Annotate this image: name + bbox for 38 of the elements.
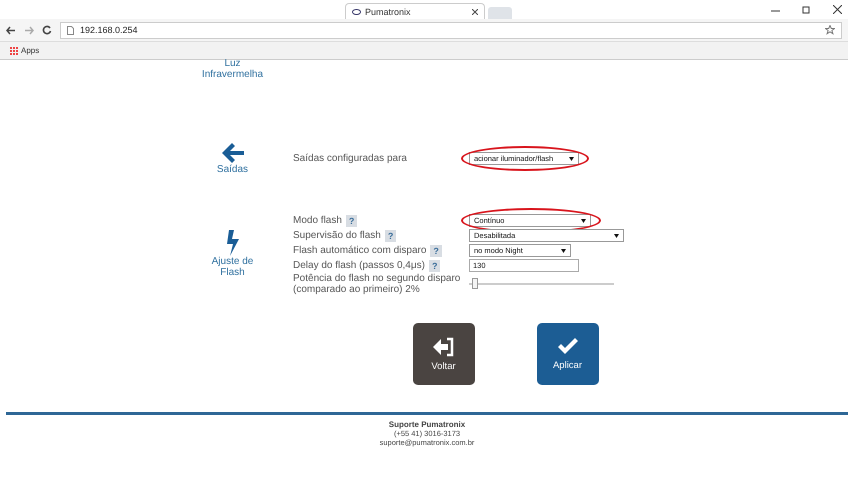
bookmark-link[interactable]: Apps bbox=[21, 46, 40, 55]
help-button[interactable]: ? bbox=[384, 230, 396, 242]
section-label: Flash bbox=[220, 267, 245, 278]
caret-icon bbox=[614, 234, 619, 238]
page-icon bbox=[67, 26, 74, 34]
caret-icon bbox=[561, 248, 566, 252]
section-label: Infravermelha bbox=[202, 69, 264, 80]
close-icon[interactable] bbox=[833, 5, 842, 14]
address-bar[interactable]: 192.168.0.254 bbox=[60, 22, 842, 38]
section-label: Luz bbox=[224, 58, 241, 69]
help-button[interactable]: ? bbox=[428, 260, 440, 272]
slider-thumb[interactable] bbox=[472, 278, 478, 289]
field-label: Flash automático com disparo bbox=[293, 245, 426, 256]
section-label: Saídas bbox=[216, 164, 248, 175]
close-icon[interactable] bbox=[472, 8, 478, 14]
field-label: Modo flash bbox=[293, 215, 342, 226]
field-label: Saídas configuradas para bbox=[293, 153, 407, 164]
footer-title: Suporte Pumatronix bbox=[388, 420, 466, 429]
arrow-icon bbox=[220, 142, 244, 164]
lightning-icon bbox=[226, 230, 240, 256]
back-button[interactable]: Voltar bbox=[412, 323, 474, 385]
restore-icon[interactable] bbox=[802, 5, 811, 14]
back-icon[interactable] bbox=[6, 26, 16, 34]
help-button[interactable]: ? bbox=[430, 244, 442, 256]
apps-grid-icon bbox=[10, 46, 18, 54]
caret-icon bbox=[569, 156, 574, 160]
exit-arrow-icon bbox=[432, 336, 454, 356]
star-icon[interactable] bbox=[825, 25, 835, 35]
reload-icon[interactable] bbox=[42, 25, 52, 35]
field-label: Supervisão do flash bbox=[293, 230, 381, 241]
field-label: Potência do flash no segundo disparo (comparado ao primeiro) 2% bbox=[293, 273, 462, 295]
help-button[interactable]: ? bbox=[346, 214, 358, 226]
checkmark-icon bbox=[556, 338, 580, 356]
browser-tab[interactable]: Pumatronix bbox=[345, 3, 485, 19]
caret-icon bbox=[581, 218, 586, 222]
apply-button[interactable]: Aplicar bbox=[536, 323, 598, 385]
section-label: Ajuste de bbox=[212, 256, 254, 267]
field-label: Delay do flash (passos 0,4μs) bbox=[293, 260, 425, 271]
